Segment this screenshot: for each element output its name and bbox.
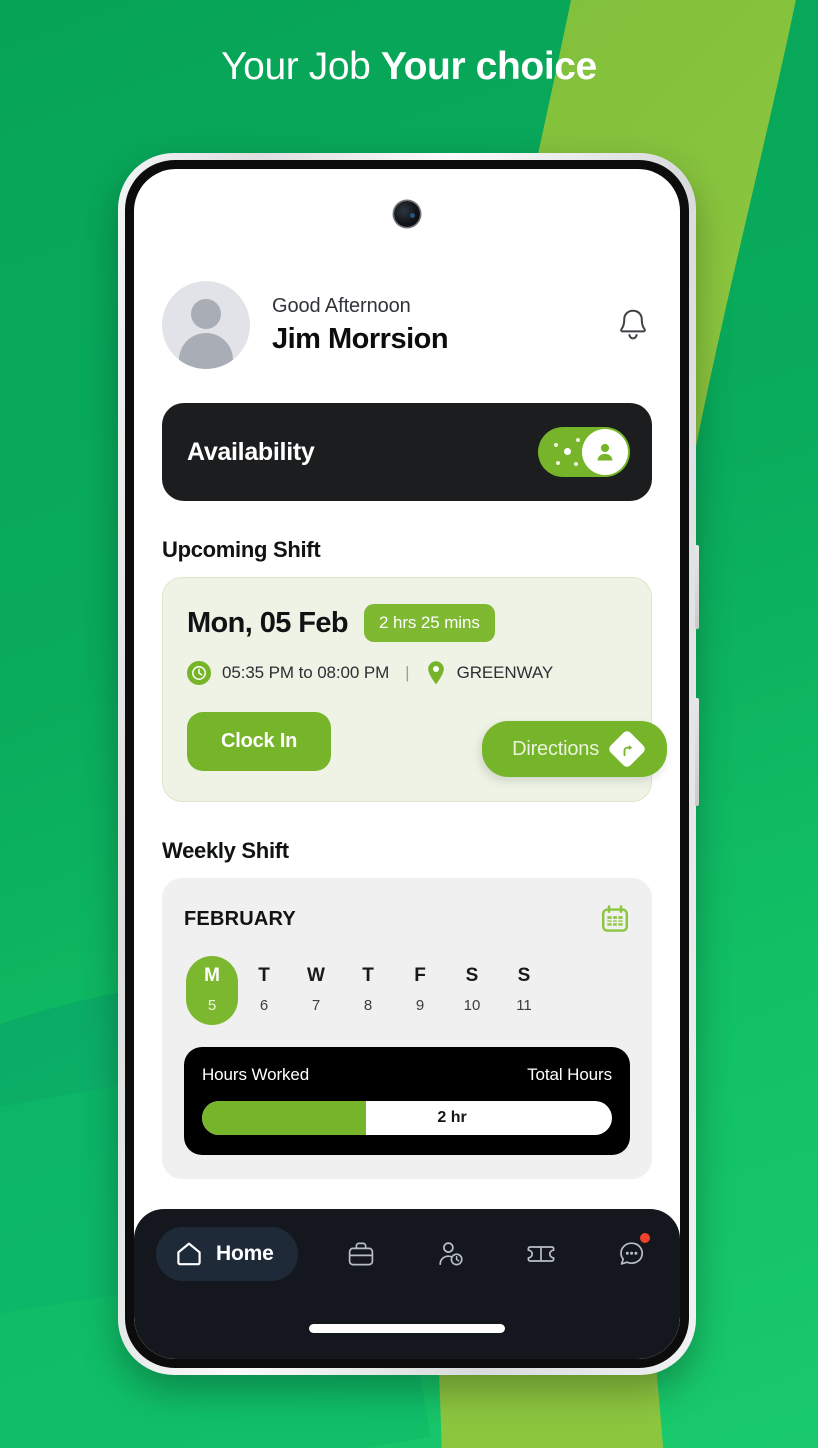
turn-right-diamond-icon bbox=[607, 729, 647, 769]
day-cell-fri[interactable]: F 9 bbox=[394, 956, 446, 1025]
headline-bold: Your choice bbox=[380, 45, 597, 88]
volume-button[interactable] bbox=[695, 545, 699, 629]
avatar[interactable] bbox=[162, 281, 250, 369]
turn-right-arrow-glyph bbox=[623, 744, 632, 756]
day-number: 6 bbox=[259, 997, 269, 1014]
day-cell-wed[interactable]: W 7 bbox=[290, 956, 342, 1025]
toggle-dot bbox=[554, 443, 558, 447]
calendar-icon[interactable] bbox=[600, 904, 630, 934]
phone-frame: Good Afternoon Jim Morrsion Availability bbox=[118, 153, 699, 1375]
nav-item-home[interactable]: Home bbox=[156, 1227, 298, 1281]
greeting-text: Good Afternoon bbox=[272, 294, 411, 317]
bottom-nav: Home bbox=[134, 1209, 680, 1359]
day-number: 5 bbox=[207, 997, 217, 1014]
day-cell-mon[interactable]: M 5 bbox=[186, 956, 238, 1025]
toggle-dot bbox=[556, 461, 560, 465]
bottom-nav-items: Home bbox=[156, 1227, 658, 1281]
day-letter: S bbox=[517, 965, 531, 986]
hours-header: Hours Worked Total Hours bbox=[202, 1065, 612, 1085]
nav-item-timesheet[interactable] bbox=[424, 1230, 478, 1278]
poster-canvas: Your Job Your choice Good Afternoon Jim … bbox=[0, 0, 818, 1448]
nav-item-chat[interactable] bbox=[604, 1230, 658, 1278]
availability-label: Availability bbox=[187, 437, 315, 466]
hours-worked-label: Hours Worked bbox=[202, 1065, 310, 1084]
person-icon bbox=[597, 443, 613, 461]
shift-top-row: Mon, 05 Feb 2 hrs 25 mins bbox=[187, 604, 627, 642]
day-cell-sun[interactable]: S 11 bbox=[498, 956, 550, 1025]
nav-item-tickets[interactable] bbox=[514, 1230, 568, 1278]
week-header: FEBRUARY bbox=[184, 904, 630, 934]
availability-toggle[interactable] bbox=[538, 427, 630, 477]
clock-glyph bbox=[192, 666, 206, 680]
clock-icon bbox=[187, 661, 211, 685]
toggle-dot bbox=[576, 438, 580, 442]
day-letter: T bbox=[362, 965, 374, 986]
day-letter: S bbox=[465, 965, 479, 986]
weekly-shift-card: FEBRUARY M 5 T 6 W 7 T 8 F 9 S 10 S 11 H… bbox=[162, 878, 652, 1179]
hours-worked-card: Hours Worked Total Hours 2 hr bbox=[184, 1047, 630, 1155]
month-label: FEBRUARY bbox=[184, 907, 296, 930]
shift-location: GREENWAY bbox=[456, 663, 554, 682]
day-number: 9 bbox=[415, 997, 425, 1014]
day-number: 10 bbox=[463, 997, 481, 1014]
chat-badge-dot bbox=[639, 1233, 650, 1243]
person-clock-icon bbox=[439, 1242, 463, 1266]
day-cell-tue[interactable]: T 6 bbox=[238, 956, 290, 1025]
day-letter: M bbox=[204, 965, 220, 986]
toggle-knob bbox=[582, 429, 628, 475]
shift-duration-badge: 2 hrs 25 mins bbox=[363, 604, 495, 642]
hours-progress-bar: 2 hr bbox=[202, 1101, 612, 1135]
day-number: 7 bbox=[311, 997, 321, 1014]
toggle-dot bbox=[564, 448, 571, 455]
directions-label: Directions bbox=[512, 737, 599, 760]
page-title: Your Job Your choice bbox=[0, 45, 818, 89]
week-day-strip: M 5 T 6 W 7 T 8 F 9 S 10 S 11 bbox=[184, 956, 630, 1025]
upcoming-shift-title: Upcoming Shift bbox=[162, 537, 321, 562]
home-indicator[interactable] bbox=[309, 1324, 505, 1333]
shift-date: Mon, 05 Feb bbox=[187, 606, 349, 639]
avatar-head bbox=[191, 299, 221, 329]
upcoming-shift-card: Mon, 05 Feb 2 hrs 25 mins 05:35 PM to 08… bbox=[162, 577, 667, 802]
toggle-dot bbox=[574, 462, 578, 466]
greeting-block: Good Afternoon Jim Morrsion bbox=[272, 295, 616, 356]
app-content: Good Afternoon Jim Morrsion Availability bbox=[134, 169, 680, 1359]
power-button[interactable] bbox=[695, 698, 699, 806]
chat-bubble-icon bbox=[620, 1242, 644, 1265]
nav-item-jobs[interactable] bbox=[334, 1230, 388, 1278]
meta-separator: | bbox=[405, 663, 410, 682]
phone-screen: Good Afternoon Jim Morrsion Availability bbox=[134, 169, 680, 1359]
total-hours-label: Total Hours bbox=[527, 1065, 612, 1084]
shift-time-range: 05:35 PM to 08:00 PM bbox=[222, 663, 390, 682]
day-number: 8 bbox=[363, 997, 373, 1014]
day-cell-thu[interactable]: T 8 bbox=[342, 956, 394, 1025]
home-icon bbox=[177, 1242, 201, 1266]
directions-button[interactable]: Directions bbox=[482, 721, 667, 777]
clock-in-button[interactable]: Clock In bbox=[187, 712, 332, 771]
availability-card[interactable]: Availability bbox=[162, 403, 652, 501]
weekly-shift-title: Weekly Shift bbox=[162, 838, 289, 863]
map-pin-icon bbox=[427, 661, 444, 685]
ticket-icon bbox=[527, 1246, 555, 1262]
avatar-body bbox=[179, 333, 233, 369]
user-name: Jim Morrsion bbox=[272, 322, 449, 355]
bell-icon[interactable] bbox=[616, 306, 650, 344]
hours-progress-value: 2 hr bbox=[437, 1109, 467, 1126]
day-letter: W bbox=[307, 965, 325, 986]
phone-bezel: Good Afternoon Jim Morrsion Availability bbox=[125, 160, 689, 1368]
headline-light: Your Job bbox=[221, 45, 381, 88]
app-header: Good Afternoon Jim Morrsion bbox=[162, 281, 652, 369]
day-letter: F bbox=[414, 965, 426, 986]
day-cell-sat[interactable]: S 10 bbox=[446, 956, 498, 1025]
nav-home-label: Home bbox=[216, 1242, 274, 1265]
briefcase-icon bbox=[348, 1242, 373, 1266]
day-number: 11 bbox=[516, 997, 532, 1014]
shift-meta-row: 05:35 PM to 08:00 PM | GREENWAY bbox=[187, 660, 627, 686]
day-letter: T bbox=[258, 965, 270, 986]
